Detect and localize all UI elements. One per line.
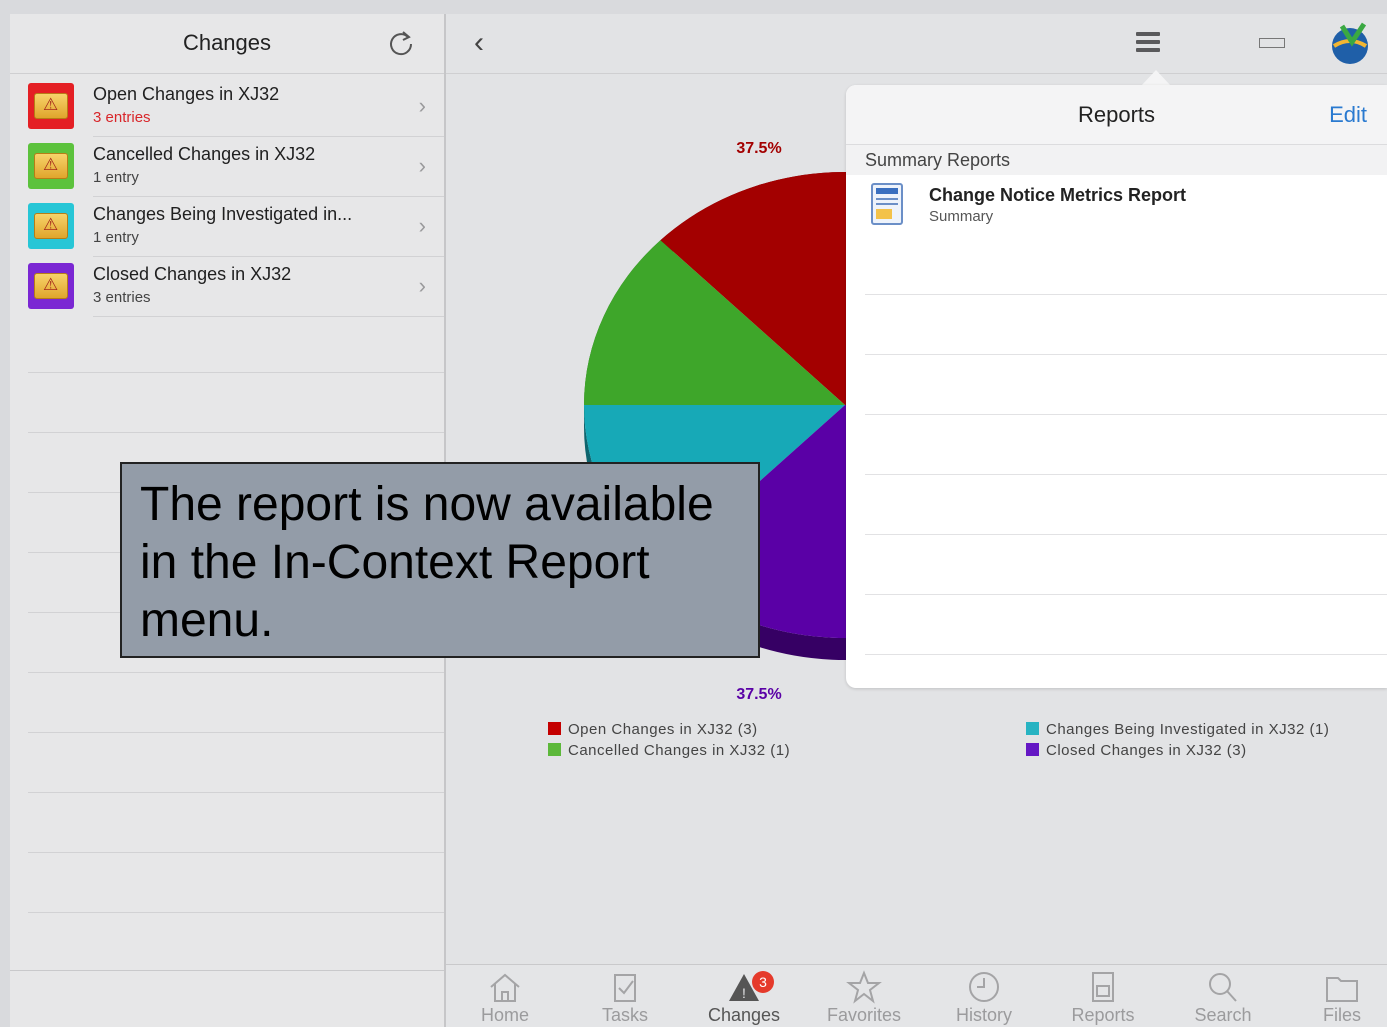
changes-title: Changes [182,30,272,55]
search-icon [1209,973,1237,1002]
empty-row-divider [28,432,444,433]
tab-home[interactable]: Home [455,969,555,1026]
svg-text:!: ! [742,985,746,1001]
chevron-right-icon: › [418,213,426,238]
tab-label: Files [1322,1005,1361,1025]
chevron-right-icon: › [418,153,426,178]
report-list-item[interactable]: Change Notice Metrics Report Summary [846,175,1387,235]
legend-label: Open Changes in XJ32 (3) [568,721,758,738]
empty-row-divider [28,912,444,913]
clock-icon [969,972,999,1002]
tab-favorites[interactable]: Favorites [814,969,914,1026]
tab-label: Search [1194,1005,1252,1025]
tab-label: Favorites [826,1005,902,1025]
divider [93,316,444,317]
data-label-open: 37.5% [736,140,781,157]
list-item-subtitle: 3 entries [93,289,151,306]
list-item-title: Cancelled Changes in XJ32 [93,144,316,164]
list-item-title: Open Changes in XJ32 [93,84,280,104]
list-item-title: Closed Changes in XJ32 [93,264,292,284]
tab-label: History [955,1005,1012,1025]
legend-label: Cancelled Changes in XJ32 (1) [568,742,791,759]
report-title: Change Notice Metrics Report [929,185,1187,205]
legend-swatch [1026,722,1039,735]
reports-icon [1092,972,1114,1002]
chevron-left-icon[interactable]: ‹ [474,26,484,60]
list-item-subtitle: 3 entries [93,109,151,126]
empty-row-divider [28,672,444,673]
empty-row-divider [865,594,1387,595]
folder-icon [28,83,74,129]
empty-row-divider [28,792,444,793]
ruler-icon[interactable] [1259,38,1285,48]
popover-title: Reports [1077,102,1156,127]
report-subtitle: Summary [929,208,994,225]
list-item-investigated-changes[interactable]: Changes Being Investigated in... 1 entry… [10,197,444,257]
tab-search[interactable]: Search [1173,969,1273,1026]
tab-label: Tasks [601,1005,648,1025]
empty-row-divider [865,414,1387,415]
legend-item-closed: Closed Changes in XJ32 (3) [1026,742,1247,759]
tab-tasks[interactable]: Tasks [575,969,675,1026]
tasks-icon [614,974,636,1002]
empty-row-divider [865,354,1387,355]
empty-row-divider [28,372,444,373]
tab-bar: Home Tasks ! 3 Changes Favorites History… [446,964,1387,1027]
empty-row-divider [865,294,1387,295]
globe-logo-icon[interactable] [1326,20,1374,68]
legend-swatch [1026,743,1039,756]
star-icon [846,970,882,1004]
caption-text: The report is now available in the In-Co… [140,478,714,647]
folder-icon [28,203,74,249]
detail-toolbar: ‹ [446,14,1387,74]
list-item-open-changes[interactable]: Open Changes in XJ32 3 entries › [10,77,444,137]
tab-reports[interactable]: Reports [1053,969,1153,1026]
legend-label: Changes Being Investigated in XJ32 (1) [1046,721,1330,738]
hamburger-icon[interactable] [1136,32,1160,54]
folder-icon [28,263,74,309]
reports-popover: Reports Edit Summary Reports Change Noti… [846,85,1387,688]
data-label-closed: 37.5% [736,686,781,703]
report-document-icon [871,183,903,225]
list-item-subtitle: 1 entry [93,229,139,246]
tab-history[interactable]: History [934,969,1034,1026]
home-icon [490,973,520,1002]
chevron-right-icon: › [418,93,426,118]
list-item-subtitle: 1 entry [93,169,139,186]
legend-label: Closed Changes in XJ32 (3) [1046,742,1247,759]
tab-label: Home [480,1005,529,1025]
tab-label: Reports [1071,1005,1135,1025]
legend-item-investigated: Changes Being Investigated in XJ32 (1) [1026,721,1329,738]
legend-item-open: Open Changes in XJ32 (3) [548,721,758,738]
tutorial-caption-box: The report is now available in the In-Co… [120,462,760,658]
empty-row-divider [865,534,1387,535]
list-item-cancelled-changes[interactable]: Cancelled Changes in XJ32 1 entry › [10,137,444,197]
legend-swatch [548,722,561,735]
refresh-icon[interactable] [386,28,416,58]
empty-row-divider [865,474,1387,475]
edit-button[interactable]: Edit [1329,102,1367,128]
popover-arrow [1141,70,1171,86]
tab-label: Changes [707,1005,781,1025]
bottom-divider [10,970,444,971]
chevron-right-icon: › [418,273,426,298]
legend-item-cancelled: Cancelled Changes in XJ32 (1) [548,742,790,759]
empty-row-divider [28,732,444,733]
tab-files[interactable]: Files [1292,969,1387,1026]
legend-swatch [548,743,561,756]
list-item-title: Changes Being Investigated in... [93,204,353,224]
folder-icon [1326,977,1358,1002]
list-item-closed-changes[interactable]: Closed Changes in XJ32 3 entries › [10,257,444,317]
section-header: Summary Reports [846,145,1387,175]
empty-row-divider [865,654,1387,655]
empty-row-divider [28,852,444,853]
tab-changes[interactable]: ! 3 Changes [694,969,794,1026]
popover-header: Reports Edit [846,85,1387,145]
tab-badge: 3 [752,971,774,993]
changes-header: Changes [10,14,444,74]
folder-icon [28,143,74,189]
